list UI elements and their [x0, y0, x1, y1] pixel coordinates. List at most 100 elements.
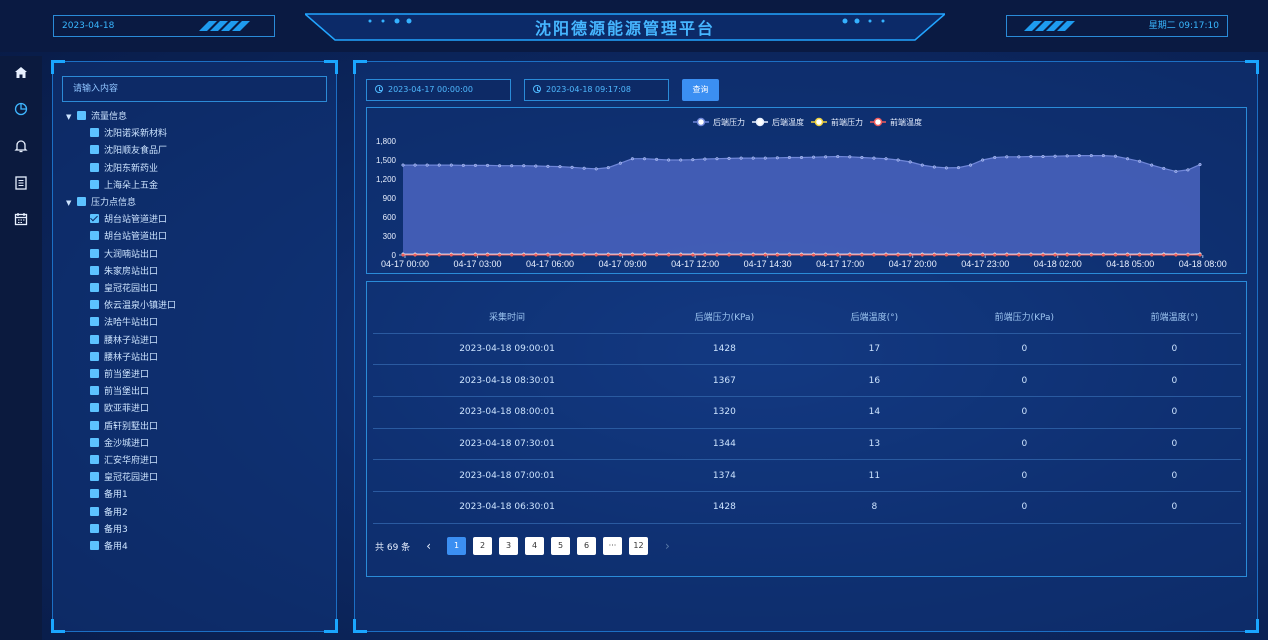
- prev-page-button[interactable]: ‹: [426, 539, 431, 553]
- checkbox[interactable]: [90, 179, 99, 189]
- chart-icon[interactable]: [13, 101, 29, 117]
- checkbox[interactable]: [90, 162, 99, 172]
- start-datetime-input[interactable]: 2023-04-17 00:00:00: [366, 79, 511, 101]
- tree-item[interactable]: 法哈牛站出口: [90, 316, 158, 330]
- page-button[interactable]: 1: [447, 537, 466, 555]
- table-cell: 2023-04-18 08:30:01: [373, 364, 641, 397]
- tree-item[interactable]: 盾轩别墅出口: [90, 420, 158, 434]
- tree-item[interactable]: 前当堡进口: [90, 368, 149, 382]
- tree-item[interactable]: 欧亚菲进口: [90, 402, 149, 416]
- tree-group[interactable]: ▼ 流量信息: [66, 110, 127, 124]
- tree-item[interactable]: 上海朵上五金: [90, 179, 158, 193]
- search-input[interactable]: 请输入内容: [62, 76, 327, 102]
- data-point: [1138, 159, 1142, 163]
- table-cell: 0: [1107, 428, 1241, 461]
- checkbox[interactable]: [90, 231, 99, 241]
- checkbox[interactable]: [90, 420, 99, 430]
- checkbox[interactable]: [90, 317, 99, 327]
- tree-item-label: 前当堡进口: [104, 370, 150, 380]
- data-point: [522, 253, 526, 257]
- checkbox[interactable]: [90, 369, 99, 378]
- checkbox[interactable]: [90, 386, 99, 396]
- checkbox[interactable]: [90, 455, 99, 464]
- tree-item[interactable]: 朱家房站出口: [90, 265, 158, 279]
- table-cell: 1428: [641, 491, 808, 524]
- bell-icon[interactable]: [13, 138, 29, 154]
- checkbox[interactable]: [90, 128, 99, 138]
- tree-item[interactable]: 前当堡出口: [90, 385, 149, 399]
- tree-item-label: 上海朵上五金: [104, 180, 159, 191]
- calendar-icon[interactable]: [13, 211, 29, 227]
- data-point: [510, 253, 514, 257]
- checkbox[interactable]: [90, 437, 99, 447]
- checkbox[interactable]: [90, 489, 99, 499]
- checkbox[interactable]: [90, 283, 99, 292]
- tree-item[interactable]: 皇冠花园出口: [90, 282, 158, 296]
- document-icon[interactable]: [13, 175, 29, 191]
- x-tick-label: 04-17 20:00: [889, 259, 937, 269]
- tree-item[interactable]: 腰林子站进口: [90, 334, 158, 348]
- tree-item[interactable]: 备用4: [90, 540, 128, 554]
- page-button[interactable]: ···: [603, 537, 622, 555]
- tree-group[interactable]: ▼ 压力点信息: [66, 196, 136, 210]
- tree-item[interactable]: 皇冠花园进口: [90, 471, 158, 485]
- home-icon[interactable]: [13, 65, 29, 81]
- tree-item-label: 朱家房站出口: [104, 266, 159, 277]
- end-datetime-input[interactable]: 2023-04-18 09:17:08: [524, 79, 669, 101]
- tree-item[interactable]: 依云温泉小镇进口: [90, 299, 176, 313]
- checkbox[interactable]: [90, 334, 99, 344]
- page-button[interactable]: 3: [499, 537, 518, 555]
- data-point: [908, 160, 912, 164]
- query-button[interactable]: 查询: [682, 79, 719, 101]
- corner-decoration: [1245, 60, 1259, 74]
- tree-item[interactable]: 汇安华府进口: [90, 454, 158, 468]
- page-button[interactable]: 5: [551, 537, 570, 555]
- table-cell: 2023-04-18 07:30:01: [373, 428, 641, 461]
- checkbox[interactable]: [90, 403, 99, 413]
- page-button[interactable]: 4: [525, 537, 544, 555]
- table-cell: 8: [807, 491, 941, 524]
- y-tick-label: 1,800: [376, 137, 397, 146]
- tree-item[interactable]: 沈阳诺采新材料: [90, 127, 167, 141]
- checkbox[interactable]: [90, 248, 99, 258]
- tree-item[interactable]: 备用1: [90, 488, 128, 502]
- checkbox[interactable]: [77, 197, 86, 206]
- table-cell: 0: [940, 428, 1108, 461]
- table-row: 2023-04-18 07:00:01 1374 11 0 0: [373, 459, 1241, 492]
- tree-item[interactable]: 胡台站管道出口: [90, 230, 167, 244]
- table-row: 2023-04-18 07:30:01 1344 13 0 0: [373, 428, 1241, 461]
- caret-down-icon[interactable]: ▼: [66, 196, 74, 210]
- caret-down-icon[interactable]: ▼: [66, 110, 74, 124]
- data-point: [836, 154, 840, 159]
- page-button[interactable]: 6: [577, 537, 596, 555]
- next-page-button[interactable]: ›: [665, 539, 670, 553]
- data-point: [920, 253, 924, 257]
- tree-item-label: 盾轩别墅出口: [104, 421, 159, 432]
- checkbox[interactable]: [90, 265, 99, 275]
- data-point: [956, 253, 961, 257]
- data-point: [425, 163, 429, 167]
- tree-item[interactable]: 腰林子站出口: [90, 351, 158, 365]
- page-button[interactable]: 2: [473, 537, 492, 555]
- data-point: [703, 157, 707, 161]
- tree-item[interactable]: 沈阳东新药业: [90, 162, 158, 176]
- tree-item-label: 金沙城进口: [104, 438, 150, 449]
- checkbox[interactable]: [77, 111, 86, 120]
- tree-item[interactable]: 沈阳顺友食品厂: [90, 144, 167, 158]
- checkbox[interactable]: [90, 506, 99, 516]
- data-point: [473, 163, 478, 167]
- table-cell: 2023-04-18 07:00:01: [373, 459, 641, 492]
- tree-item[interactable]: 金沙城进口: [90, 437, 149, 451]
- tree-item[interactable]: 大润喃站出口: [90, 248, 158, 262]
- checkbox[interactable]: [90, 541, 99, 550]
- tree-item[interactable]: 胡台站管道进口: [90, 213, 167, 227]
- checkbox[interactable]: [90, 351, 99, 361]
- tree-item[interactable]: 备用3: [90, 523, 128, 537]
- checkbox[interactable]: [90, 472, 99, 482]
- checkbox[interactable]: [90, 300, 99, 310]
- tree-item[interactable]: 备用2: [90, 506, 128, 520]
- checkbox[interactable]: [90, 145, 99, 155]
- page-button[interactable]: 12: [629, 537, 648, 555]
- checkbox[interactable]: [90, 523, 99, 533]
- checkbox[interactable]: [90, 214, 99, 224]
